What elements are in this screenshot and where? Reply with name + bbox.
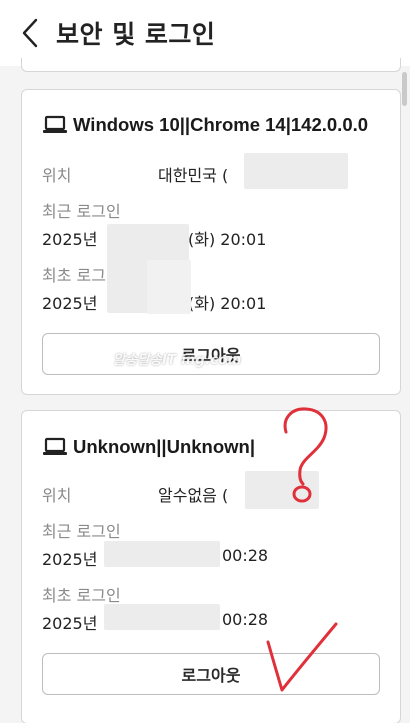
scrollbar[interactable] [402, 72, 407, 106]
laptop-icon [43, 115, 67, 133]
device-name: Windows 10||Chrome 14|142.0.0.0 [73, 114, 369, 135]
app-header: 보안 및 로그인 [0, 0, 410, 66]
chevron-left-icon [22, 18, 38, 48]
location-label: 위치 [42, 486, 72, 505]
recent-login-label: 최근 로그인 [42, 522, 121, 541]
first-login-year: 2025년 [42, 614, 98, 633]
first-login-year: 2025년 [42, 294, 98, 313]
logout-button[interactable]: 로그아웃 [42, 653, 380, 695]
watermark: 알송달송IT ing.com [113, 353, 242, 368]
location-value: 알수없음 ( [158, 486, 229, 505]
page-title: 보안 및 로그인 [56, 20, 216, 49]
location-label: 위치 [42, 166, 72, 185]
location-value: 대한민국 ( [158, 166, 229, 185]
redacted-location [244, 153, 348, 189]
redacted-date [104, 541, 220, 567]
session-list[interactable]: Windows 10||Chrome 14|142.0.0.0 위치 대한민국 … [0, 58, 410, 723]
first-login-time: 00:28 [222, 610, 269, 629]
recent-login-time: 00:28 [222, 546, 269, 565]
redacted-date [104, 604, 220, 630]
recent-login-year: 2025년 [42, 230, 98, 249]
laptop-icon [43, 437, 67, 455]
first-login-time: (화) 20:01 [188, 294, 267, 313]
device-title: Windows 10||Chrome 14|142.0.0.0 [42, 114, 368, 136]
redacted-date-2 [147, 260, 191, 314]
recent-login-time: (화) 20:01 [188, 230, 267, 249]
recent-login-label: 최근 로그인 [42, 202, 121, 221]
session-card: Unknown||Unknown| 위치 알수없음 ( 최근 로그인 2025년… [21, 410, 401, 723]
first-login-label: 최초 로그인 [42, 586, 121, 605]
redacted-location [245, 471, 319, 509]
previous-card-edge [21, 58, 401, 72]
back-button[interactable] [10, 13, 50, 53]
device-name: Unknown||Unknown| [73, 436, 256, 457]
device-title: Unknown||Unknown| [42, 436, 255, 458]
first-login-label: 최초 로그 [42, 266, 106, 285]
recent-login-year: 2025년 [42, 550, 98, 569]
